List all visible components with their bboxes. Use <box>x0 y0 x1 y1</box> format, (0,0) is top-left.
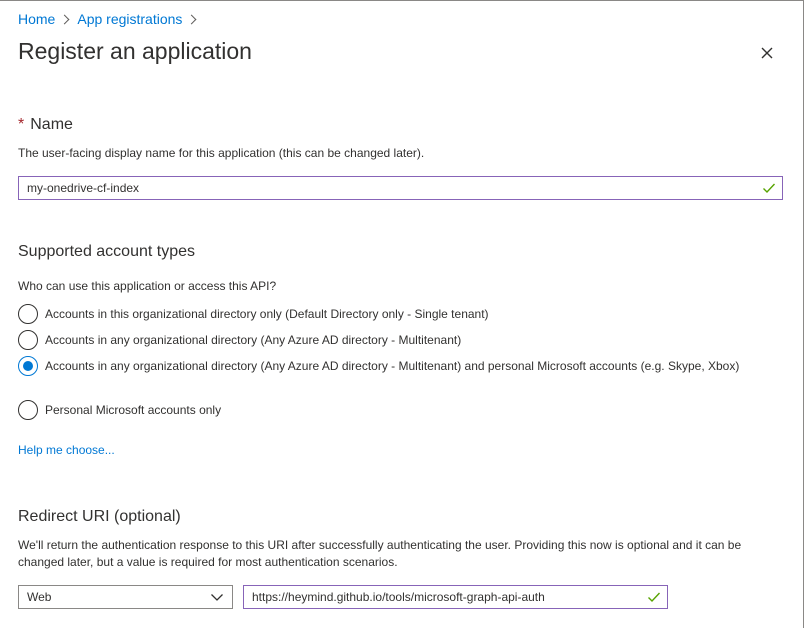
redirect-uri-input[interactable]: https://heymind.github.io/tools/microsof… <box>243 585 668 609</box>
chevron-right-icon <box>59 14 70 24</box>
redirect-uri-title: Redirect URI (optional) <box>18 508 181 525</box>
redirect-uri-value: https://heymind.github.io/tools/microsof… <box>252 590 545 604</box>
chevron-down-icon <box>211 594 223 601</box>
name-section-title: * Name <box>18 116 73 134</box>
platform-select[interactable]: Web <box>18 585 233 609</box>
close-button[interactable] <box>756 42 778 64</box>
radio-option-multitenant-personal[interactable]: Accounts in any organizational directory… <box>18 356 775 376</box>
breadcrumb-app-registrations[interactable]: App registrations <box>77 11 182 27</box>
page-title: Register an application <box>18 38 252 64</box>
radio-button[interactable] <box>18 330 38 350</box>
required-marker: * <box>18 116 25 133</box>
chevron-right-icon <box>186 14 197 24</box>
name-label: Name <box>30 116 73 133</box>
breadcrumb-home[interactable]: Home <box>18 11 55 27</box>
radio-option-multitenant[interactable]: Accounts in any organizational directory… <box>18 330 775 350</box>
radio-button[interactable] <box>18 400 38 420</box>
name-description: The user-facing display name for this ap… <box>18 146 425 160</box>
checkmark-icon <box>763 183 776 194</box>
platform-select-value: Web <box>27 590 52 604</box>
account-types-question: Who can use this application or access t… <box>18 279 277 293</box>
radio-label: Personal Microsoft accounts only <box>45 403 222 417</box>
app-name-value: my-onedrive-cf-index <box>27 181 140 195</box>
breadcrumb: Home App registrations <box>18 11 204 27</box>
radio-button[interactable] <box>18 304 38 324</box>
radio-label: Accounts in any organizational directory… <box>45 333 462 347</box>
help-me-choose-link[interactable]: Help me choose... <box>18 443 115 457</box>
close-icon <box>761 47 773 59</box>
radio-option-single-tenant[interactable]: Accounts in this organizational director… <box>18 304 775 324</box>
app-name-input[interactable]: my-onedrive-cf-index <box>18 176 783 200</box>
account-types-title: Supported account types <box>18 243 196 260</box>
radio-label: Accounts in any organizational directory… <box>45 359 740 373</box>
checkmark-icon <box>648 592 661 603</box>
radio-option-personal-only[interactable]: Personal Microsoft accounts only <box>18 400 775 420</box>
radio-label: Accounts in this organizational director… <box>45 307 489 321</box>
redirect-uri-description: We'll return the authentication response… <box>18 538 742 569</box>
radio-button-selected[interactable] <box>18 356 38 376</box>
